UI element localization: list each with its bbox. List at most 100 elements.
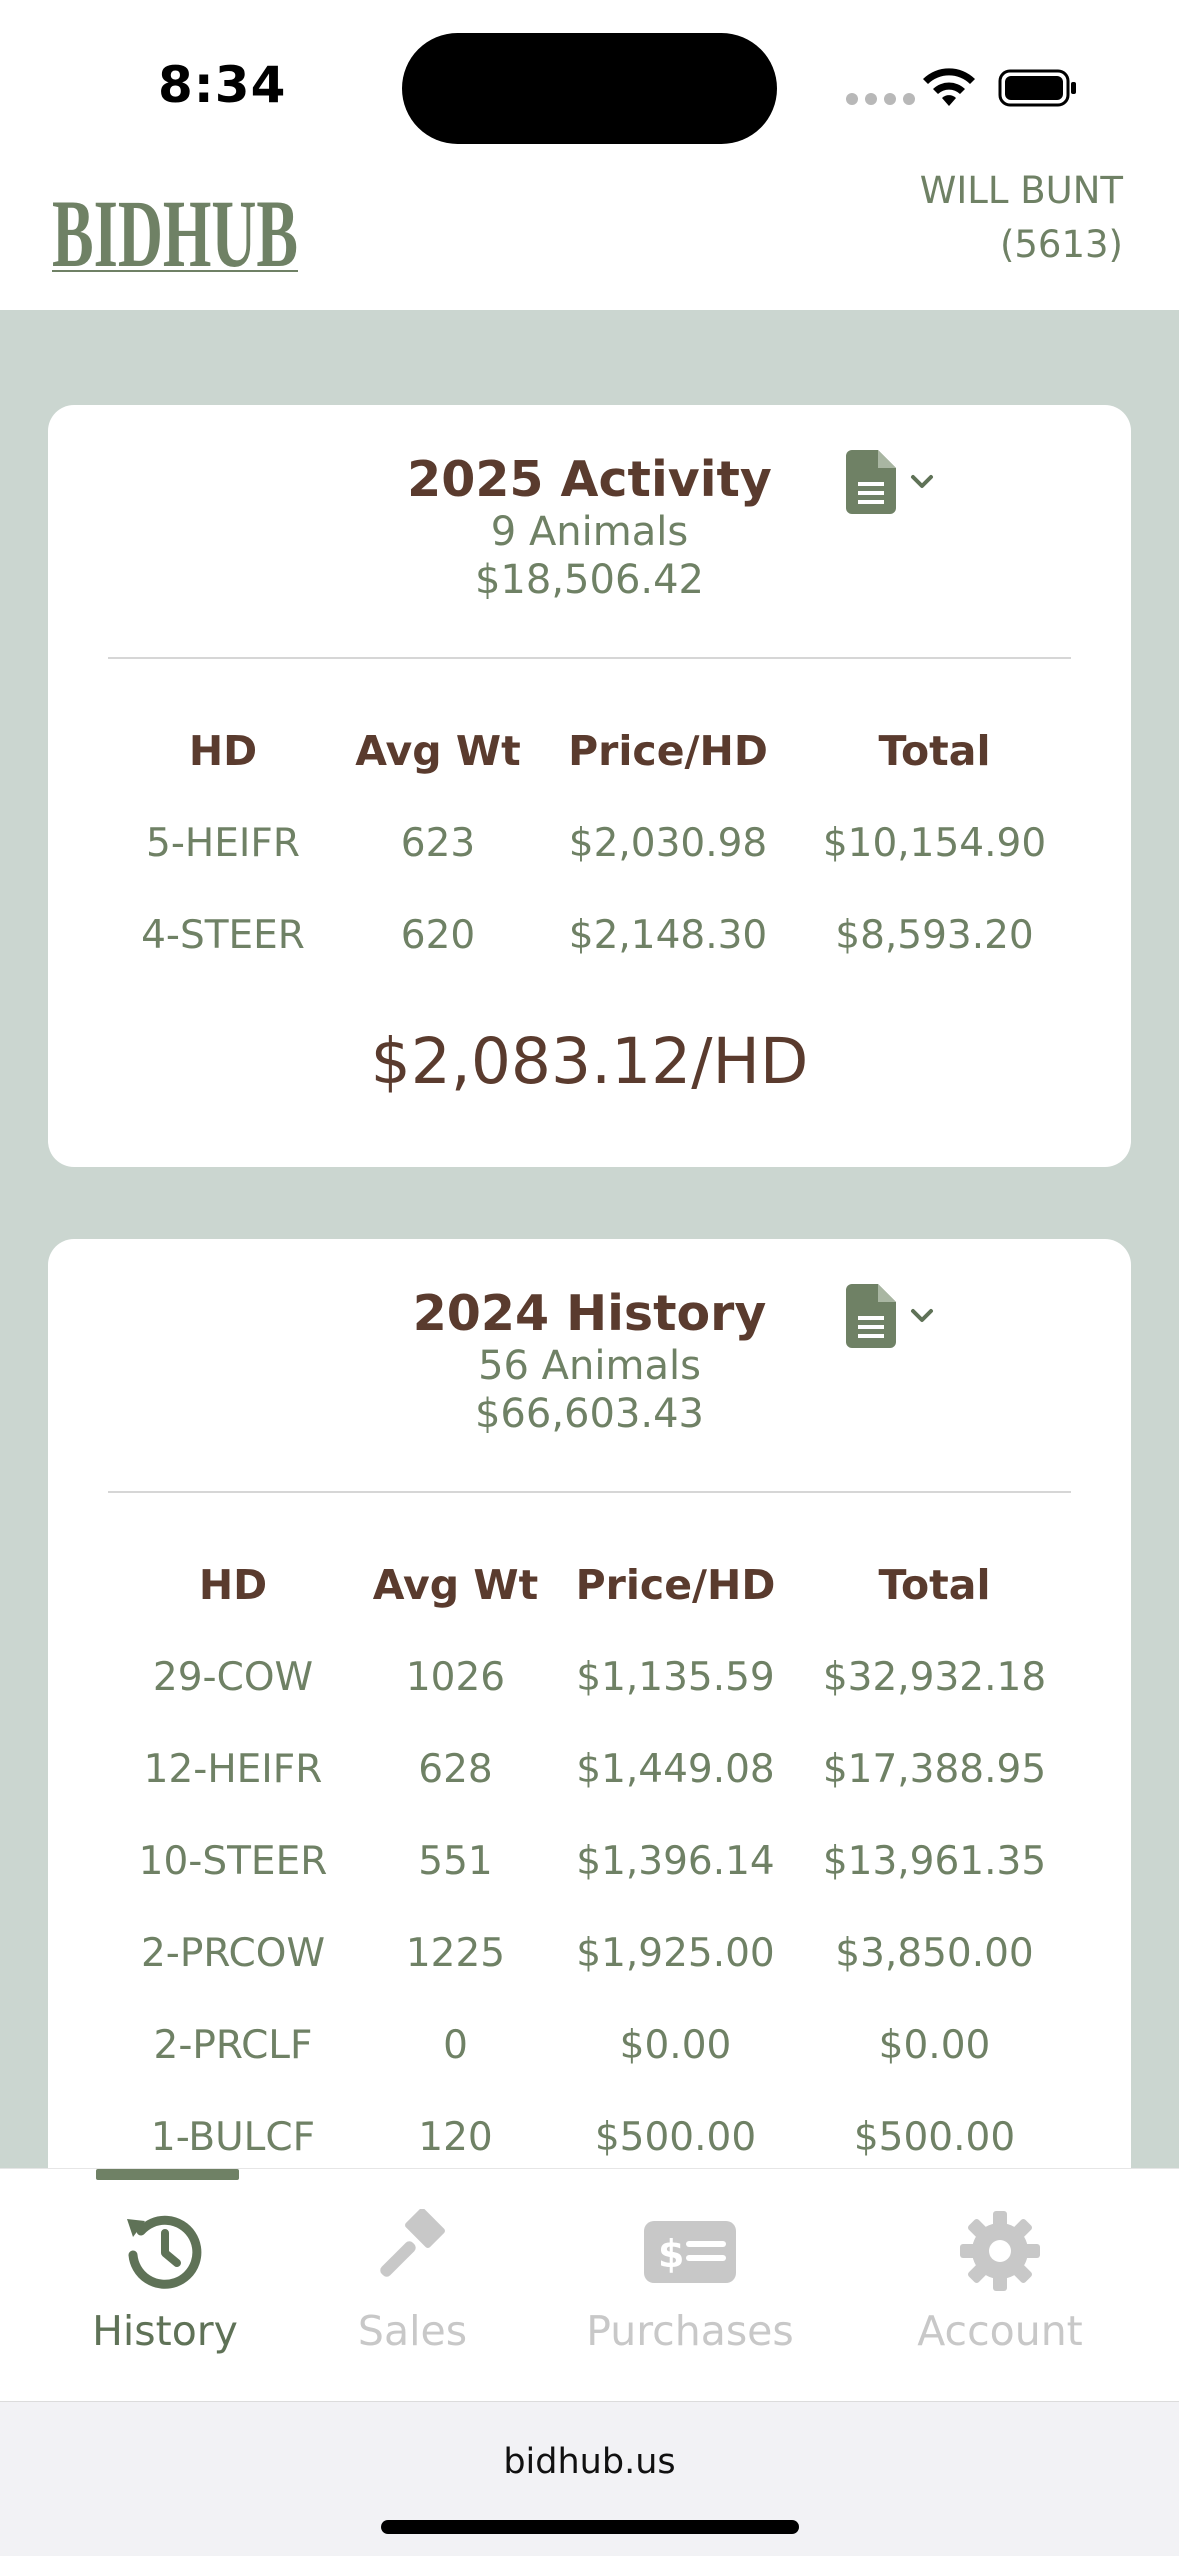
- status-bar: 8:34: [0, 0, 1179, 160]
- divider: [108, 657, 1071, 659]
- cell-total: $500.00: [853, 2114, 1016, 2160]
- cell-price-hd: $1,449.08: [576, 1746, 775, 1792]
- column-header: Price/HD: [568, 727, 768, 775]
- card-title: 2025 Activity: [407, 451, 772, 508]
- total-amount: $66,603.43: [474, 1391, 705, 1437]
- gear-icon: [960, 2211, 1040, 2291]
- cell-hd: 29-COW: [152, 1654, 314, 1700]
- cell-avg-wt: 623: [400, 820, 476, 866]
- app-header: BIDHUB WILL BUNT (5613): [0, 160, 1179, 310]
- cell-hd: 1-BULCF: [150, 2114, 316, 2160]
- report-dropdown-button[interactable]: [846, 449, 946, 515]
- column-header: Total: [878, 1561, 991, 1609]
- url-label[interactable]: bidhub.us: [0, 2442, 1179, 2482]
- cell-price-hd: $2,030.98: [568, 820, 768, 866]
- column-header: HD: [198, 1561, 268, 1609]
- cell-total: $8,593.20: [835, 912, 1034, 958]
- tab-label: Sales: [357, 2307, 468, 2355]
- user-info[interactable]: WILL BUNT (5613): [920, 164, 1123, 272]
- activity-table: HD Avg Wt Price/HD Total 5-HEIFR 623 $2,…: [108, 705, 1071, 981]
- table-row: 10-STEER 551 $1,396.14 $13,961.35: [108, 1815, 1071, 1907]
- history-card-2024: 2024 History 56 Animals $66,603.43 HD Av…: [48, 1239, 1131, 2168]
- cell-total: $10,154.90: [822, 820, 1047, 866]
- divider: [108, 1491, 1071, 1493]
- report-dropdown-button[interactable]: [846, 1283, 946, 1349]
- table-header-row: HD Avg Wt Price/HD Total: [108, 1539, 1071, 1631]
- tab-label: Account: [917, 2307, 1083, 2355]
- cell-total: $13,961.35: [822, 1838, 1047, 1884]
- tab-history[interactable]: History: [90, 2209, 240, 2355]
- tab-label: Purchases: [586, 2307, 794, 2355]
- history-content[interactable]: 2025 Activity 9 Animals $18,506.42 HD Av…: [0, 310, 1179, 2168]
- cell-avg-wt: 0: [443, 2022, 468, 2068]
- chevron-down-icon: [911, 1309, 933, 1322]
- cell-price-hd: $0.00: [619, 2022, 732, 2068]
- active-tab-indicator: [96, 2169, 239, 2180]
- cell-avg-wt: 1225: [405, 1930, 506, 1976]
- browser-address-bar: bidhub.us: [0, 2401, 1179, 2556]
- cell-total: $17,388.95: [822, 1746, 1047, 1792]
- card-header: 2024 History 56 Animals $66,603.43: [48, 1239, 1131, 1493]
- card-title: 2024 History: [412, 1285, 767, 1342]
- cell-hd: 5-HEIFR: [146, 820, 300, 866]
- history-icon: [127, 2215, 202, 2289]
- svg-text:$: $: [658, 2232, 684, 2276]
- column-header: Avg Wt: [372, 1561, 539, 1609]
- user-id: (5613): [999, 223, 1123, 266]
- activity-card-2025: 2025 Activity 9 Animals $18,506.42 HD Av…: [48, 405, 1131, 1167]
- document-icon: [846, 1284, 896, 1348]
- cell-total: $32,932.18: [822, 1654, 1047, 1700]
- cell-hd: 12-HEIFR: [143, 1746, 323, 1792]
- average-per-head: $2,083.12/HD: [370, 1025, 809, 1098]
- tab-label: History: [92, 2307, 238, 2355]
- gavel-icon: [379, 2209, 445, 2277]
- cell-price-hd: $1,396.14: [576, 1838, 775, 1884]
- table-row: 2-PRCLF 0 $0.00 $0.00: [108, 1999, 1071, 2091]
- column-header: Avg Wt: [355, 727, 521, 775]
- history-table: HD Avg Wt Price/HD Total 29-COW 1026 $1,…: [108, 1539, 1071, 2168]
- cell-hd: 4-STEER: [141, 912, 305, 958]
- wifi-icon: [923, 68, 975, 106]
- cell-hd: 2-PRCLF: [153, 2022, 313, 2068]
- battery-icon: [998, 69, 1076, 107]
- tab-account[interactable]: Account: [910, 2209, 1090, 2355]
- cellular-signal-icon: [846, 93, 915, 105]
- cell-total: $3,850.00: [835, 1930, 1034, 1976]
- table-row: 12-HEIFR 628 $1,449.08 $17,388.95: [108, 1723, 1071, 1815]
- table-header-row: HD Avg Wt Price/HD Total: [108, 705, 1071, 797]
- table-row: 29-COW 1026 $1,135.59 $32,932.18: [108, 1631, 1071, 1723]
- cell-avg-wt: 628: [418, 1746, 493, 1792]
- cell-price-hd: $500.00: [594, 2114, 757, 2160]
- column-header: Price/HD: [575, 1561, 776, 1609]
- cell-avg-wt: 620: [400, 912, 476, 958]
- column-header: Total: [878, 727, 991, 775]
- document-icon: [846, 450, 896, 514]
- cell-avg-wt: 120: [418, 2114, 493, 2160]
- table-row: 2-PRCOW 1225 $1,925.00 $3,850.00: [108, 1907, 1071, 1999]
- table-row: 1-BULCF 120 $500.00 $500.00: [108, 2091, 1071, 2168]
- animal-count: 9 Animals: [490, 509, 689, 555]
- svg-text:BIDHUB: BIDHUB: [52, 180, 298, 278]
- cell-avg-wt: 551: [418, 1838, 493, 1884]
- tab-sales[interactable]: Sales: [350, 2209, 475, 2355]
- bidhub-logo[interactable]: BIDHUB: [52, 174, 298, 278]
- cell-price-hd: $2,148.30: [568, 912, 768, 958]
- cell-total: $0.00: [878, 2022, 991, 2068]
- home-indicator[interactable]: [381, 2520, 799, 2534]
- cell-hd: 2-PRCOW: [140, 1930, 326, 1976]
- card-header: 2025 Activity 9 Animals $18,506.42: [48, 405, 1131, 659]
- tab-purchases[interactable]: $ Purchases: [580, 2209, 800, 2355]
- cell-price-hd: $1,925.00: [576, 1930, 775, 1976]
- cell-price-hd: $1,135.59: [576, 1654, 775, 1700]
- status-time: 8:34: [158, 56, 287, 114]
- table-row: 5-HEIFR 623 $2,030.98 $10,154.90: [108, 797, 1071, 889]
- chevron-down-icon: [911, 475, 933, 488]
- cell-avg-wt: 1026: [405, 1654, 506, 1700]
- user-name: WILL BUNT: [919, 169, 1123, 212]
- animal-count: 56 Animals: [478, 1343, 701, 1389]
- money-bill-icon: $: [644, 2221, 736, 2283]
- column-header: HD: [188, 727, 258, 775]
- table-row: 4-STEER 620 $2,148.30 $8,593.20: [108, 889, 1071, 981]
- bottom-tab-bar: History Sales $ Purchases Account: [0, 2168, 1179, 2401]
- total-amount: $18,506.42: [474, 557, 705, 603]
